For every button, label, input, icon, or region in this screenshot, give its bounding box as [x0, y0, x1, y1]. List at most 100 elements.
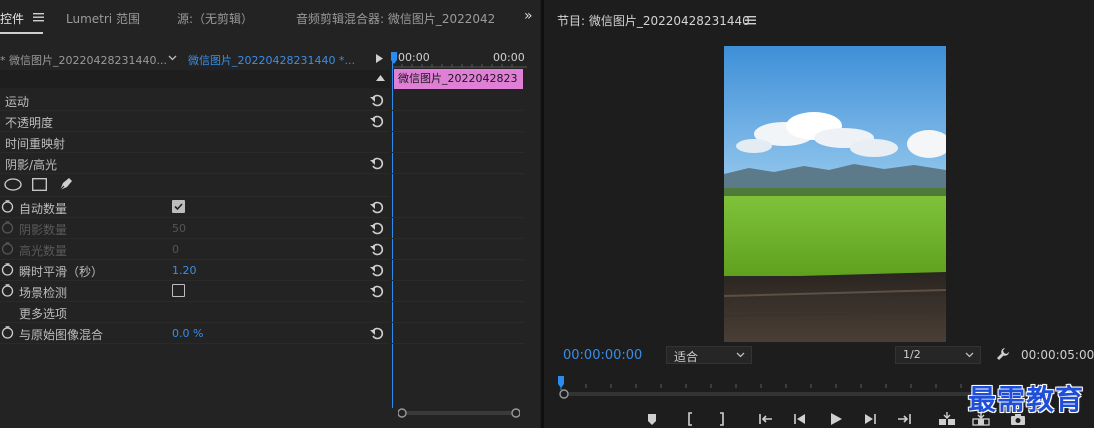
duration-timecode: 00:00:05:00 [1021, 348, 1094, 362]
timeline-row-divider [392, 238, 524, 239]
panel-tab-bar: 控件 Lumetri 范围 源:（无剪辑） 音频剪辑混合器: 微信图片_2022… [0, 0, 540, 40]
selected-zoom: 适合 [674, 350, 699, 364]
timeline-ruler[interactable]: 00:00 00:00 [392, 46, 527, 68]
param-name: 阴影数量 [19, 223, 68, 237]
reset-icon[interactable] [369, 220, 385, 236]
play-triangle-icon[interactable] [376, 54, 383, 63]
effect-row-shadow-highlight[interactable]: 阴影/高光 [0, 153, 390, 174]
effect-name: 时间重映射 [5, 137, 66, 151]
reset-icon[interactable] [369, 199, 385, 215]
param-name: 更多选项 [19, 307, 68, 321]
timeline-row-divider [392, 322, 524, 323]
ellipse-mask-icon[interactable] [4, 178, 22, 191]
playhead-line [392, 56, 393, 408]
more-tabs-chevron-icon[interactable]: » [524, 8, 533, 24]
mask-tools-row [0, 174, 390, 197]
reset-icon[interactable] [369, 325, 385, 341]
mark-out-icon[interactable] [714, 411, 730, 427]
chevron-down-icon [965, 352, 974, 358]
timeline-row-divider [392, 217, 524, 218]
param-name: 场景检测 [19, 286, 68, 300]
tab-source-monitor[interactable]: 源:（无剪辑） [177, 10, 253, 27]
selected-resolution: 1/2 [903, 348, 921, 361]
param-row-more-options[interactable]: 更多选项 [0, 302, 390, 323]
effect-name: 阴影/高光 [5, 158, 58, 172]
panel-menu-icon[interactable] [33, 12, 44, 22]
chevron-down-icon [736, 352, 745, 358]
param-row-blend-with-original[interactable]: 与原始图像混合 0.0 % [0, 323, 390, 344]
playback-resolution-dropdown[interactable]: 1/2 [895, 346, 981, 364]
current-timecode[interactable]: 00:00:00:00 [563, 348, 642, 363]
effect-row-motion[interactable]: 运动 [0, 90, 390, 111]
reset-icon[interactable] [369, 155, 385, 171]
reset-icon[interactable] [369, 113, 385, 129]
rectangle-mask-icon[interactable] [32, 178, 47, 191]
param-name: 瞬时平滑（秒） [19, 265, 104, 279]
stopwatch-icon[interactable] [1, 221, 14, 234]
wrench-settings-icon[interactable] [996, 347, 1010, 361]
watermark-logo-text: 最需教育 [968, 383, 1085, 416]
pen-mask-icon[interactable] [58, 176, 74, 192]
go-to-out-icon[interactable] [896, 411, 912, 427]
active-tab-underline [0, 32, 43, 34]
param-row-shadow-amount[interactable]: 阴影数量 50 [0, 218, 390, 239]
stopwatch-icon[interactable] [1, 242, 14, 255]
stopwatch-icon[interactable] [1, 284, 14, 297]
param-row-temporal-smoothing[interactable]: 瞬时平滑（秒） 1.20 [0, 260, 390, 281]
param-row-scene-detect[interactable]: 场景检测 [0, 281, 390, 302]
stopwatch-icon[interactable] [1, 200, 14, 213]
param-name: 与原始图像混合 [19, 328, 104, 342]
panel-menu-icon[interactable] [745, 15, 756, 25]
program-monitor-title[interactable]: 节目: 微信图片_20220428231440 [557, 12, 750, 29]
program-video-preview[interactable] [724, 46, 946, 342]
timeline-row-divider [392, 152, 524, 153]
mark-in-icon[interactable] [682, 411, 698, 427]
timeline-row-divider [392, 301, 524, 302]
scene-detect-checkbox[interactable] [172, 284, 185, 297]
shadow-amount-value[interactable]: 50 [172, 222, 186, 235]
timeline-row-divider [392, 131, 524, 132]
tab-effect-controls[interactable]: 控件 [0, 10, 24, 27]
timeline-clip-bar[interactable]: 微信图片_2022042823 [394, 69, 523, 89]
play-icon[interactable] [828, 411, 844, 427]
collapse-up-icon[interactable] [376, 75, 385, 81]
timeline-zoom-scrollbar[interactable] [398, 408, 520, 418]
effect-row-opacity[interactable]: 不透明度 [0, 111, 390, 132]
reset-icon[interactable] [369, 241, 385, 257]
stopwatch-icon[interactable] [1, 263, 14, 276]
timeline-row-divider [392, 173, 524, 174]
step-forward-icon[interactable] [862, 411, 878, 427]
temporal-smoothing-value[interactable]: 1.20 [172, 264, 197, 277]
timeline-row-divider [392, 259, 524, 260]
timeline-row-divider [392, 280, 524, 281]
reset-icon[interactable] [369, 283, 385, 299]
zoom-fit-dropdown[interactable]: 适合 [666, 346, 752, 364]
param-row-highlight-amount[interactable]: 高光数量 0 [0, 239, 390, 260]
timeline-row-divider [392, 343, 524, 344]
blend-value[interactable]: 0.0 % [172, 327, 203, 340]
param-name: 自动数量 [19, 202, 68, 216]
effect-name: 不透明度 [5, 116, 54, 130]
go-to-in-icon[interactable] [758, 411, 774, 427]
tab-lumetri-scopes[interactable]: Lumetri 范围 [66, 10, 140, 27]
effect-row-time-remap[interactable]: 时间重映射 [0, 132, 390, 153]
reset-icon[interactable] [369, 92, 385, 108]
sequence-clip-label[interactable]: 微信图片_20220428231440 *... [188, 52, 355, 68]
highlight-amount-value[interactable]: 0 [172, 243, 179, 256]
stopwatch-icon[interactable] [1, 326, 14, 339]
effect-name: 运动 [5, 95, 30, 109]
add-marker-icon[interactable] [644, 411, 660, 427]
reset-icon[interactable] [369, 262, 385, 278]
master-clip-label[interactable]: * 微信图片_20220428231440... [0, 52, 167, 68]
auto-amount-checkbox[interactable] [172, 200, 185, 213]
clip-selector-bar: * 微信图片_20220428231440... 微信图片_2022042823… [0, 46, 390, 70]
effects-header-row [0, 70, 390, 88]
param-name: 高光数量 [19, 244, 68, 258]
step-back-icon[interactable] [792, 411, 808, 427]
effect-timeline-area[interactable] [392, 46, 527, 426]
tab-audio-clip-mixer[interactable]: 音频剪辑混合器: 微信图片_2022042 [296, 10, 502, 27]
param-row-auto-amount[interactable]: 自动数量 [0, 197, 390, 218]
insert-icon[interactable] [938, 411, 955, 427]
timeline-row-divider [392, 110, 524, 111]
chevron-down-icon[interactable] [168, 55, 177, 61]
